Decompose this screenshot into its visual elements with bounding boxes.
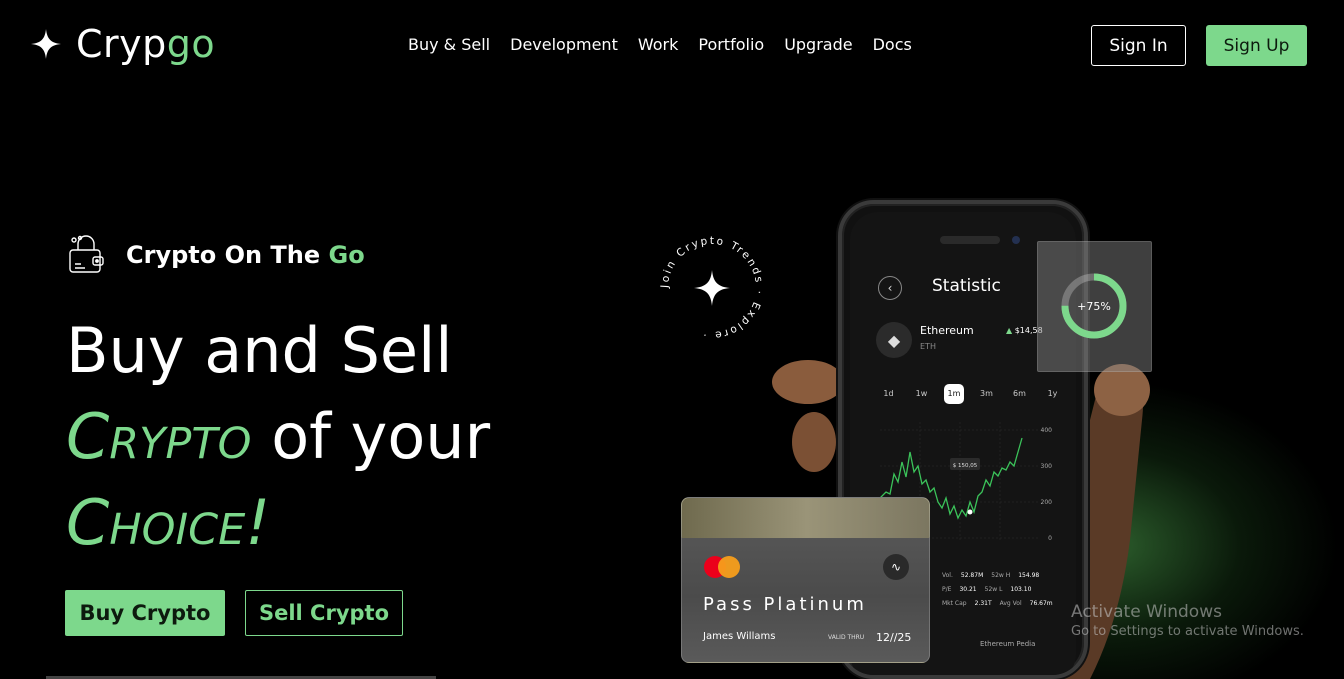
headline-line-1: Buy and Sell — [66, 314, 453, 387]
nav-development[interactable]: Development — [510, 35, 618, 54]
stats-row: Vol. 52.87M 52w H 154.98 — [942, 572, 1040, 579]
stats-row: Mkt Cap 2.31T Avg Vol 76.67m — [942, 600, 1053, 607]
range-6m[interactable]: 6m — [1003, 384, 1036, 404]
range-3m[interactable]: 3m — [970, 384, 1003, 404]
nav-docs[interactable]: Docs — [873, 35, 912, 54]
wallet-lock-icon — [69, 235, 104, 273]
range-1y[interactable]: 1y — [1036, 384, 1069, 404]
phone-camera — [1012, 236, 1020, 244]
nav-portfolio[interactable]: Portfolio — [698, 35, 764, 54]
sparkle-star-icon — [31, 29, 61, 59]
valid-thru-label: VALID THRU — [828, 634, 865, 641]
mastercard-logo-circle — [718, 556, 740, 578]
y-tick-0: 0 — [1048, 535, 1052, 542]
main-menu: Buy & Sell Development Work Portfolio Up… — [408, 35, 912, 54]
statistic-title: Statistic — [932, 276, 1001, 296]
nav-buy-sell[interactable]: Buy & Sell — [408, 35, 490, 54]
coin-symbol: ETH — [920, 342, 936, 351]
range-1d[interactable]: 1d — [872, 384, 905, 404]
valid-thru-value: 12//25 — [876, 631, 912, 644]
coin-name: Ethereum — [920, 324, 974, 337]
y-tick-400: 400 — [1041, 427, 1053, 434]
hero-tagline: Crypto On The Go — [66, 234, 365, 276]
stats-table: Vol. 52.87M 52w H 154.98 P/E 30.21 52w L 103.1… — [942, 572, 1053, 614]
nav-work[interactable]: Work — [638, 35, 679, 54]
nav-upgrade[interactable]: Upgrade — [784, 35, 852, 54]
sign-up-button[interactable]: Sign Up — [1206, 25, 1307, 66]
windows-watermark: Activate Windows Go to Settings to activ… — [1071, 602, 1304, 639]
range-selector: 1d 1w 1m 3m 6m 1y — [872, 384, 1069, 404]
ethereum-icon: ◆ — [876, 322, 912, 358]
card-holder: James Willams — [703, 631, 776, 642]
watermark-line-2: Go to Settings to activate Windows. — [1071, 624, 1304, 639]
headline-crypto: Crypto — [66, 400, 252, 473]
headline-line-3: Choice! — [66, 480, 490, 566]
price-up-icon: ▲ — [1006, 326, 1013, 335]
phone-speaker — [940, 236, 1000, 244]
y-tick-300: 300 — [1041, 463, 1053, 470]
sign-in-button[interactable]: Sign In — [1091, 25, 1186, 66]
hero-headline: Buy and Sell Crypto of your Choice! — [66, 308, 490, 566]
stats-row: P/E 30.21 52w L 103.10 — [942, 586, 1032, 593]
range-1m[interactable]: 1m — [944, 384, 964, 404]
badge-star-icon — [694, 270, 730, 306]
chevron-left-icon[interactable]: ‹ — [878, 276, 902, 300]
headline-line-2: Crypto of your — [66, 394, 490, 480]
price-marker — [967, 509, 973, 515]
credit-card: ∿ Pass Platinum James Willams VALID THRU… — [681, 497, 930, 663]
headline-of-your: of your — [251, 400, 491, 473]
contactless-icon: ∿ — [883, 554, 909, 580]
headline-choice: Choice! — [66, 486, 271, 559]
range-1w[interactable]: 1w — [905, 384, 938, 404]
y-tick-200: 200 — [1041, 499, 1053, 506]
card-name: Pass Platinum — [703, 594, 867, 615]
card-gold-band — [682, 498, 929, 538]
tagline-text: Crypto On The Go — [126, 241, 365, 269]
watermark-line-1: Activate Windows — [1071, 602, 1222, 622]
growth-percent: +75% — [1077, 300, 1111, 313]
buy-crypto-button[interactable]: Buy Crypto — [65, 590, 225, 636]
rotating-badge[interactable]: Join Crypto Trends · Explore · — [652, 228, 772, 348]
brand-name: Crypgo — [76, 22, 216, 66]
sell-crypto-button[interactable]: Sell Crypto — [245, 590, 403, 636]
top-navbar: Crypgo Buy & Sell Development Work Portf… — [0, 0, 1344, 90]
brand-logo[interactable]: Crypgo — [30, 22, 215, 66]
price-tag-label: $ 150,05 — [953, 463, 978, 469]
ethereum-pedia-link[interactable]: Ethereum Pedia — [980, 640, 1035, 648]
